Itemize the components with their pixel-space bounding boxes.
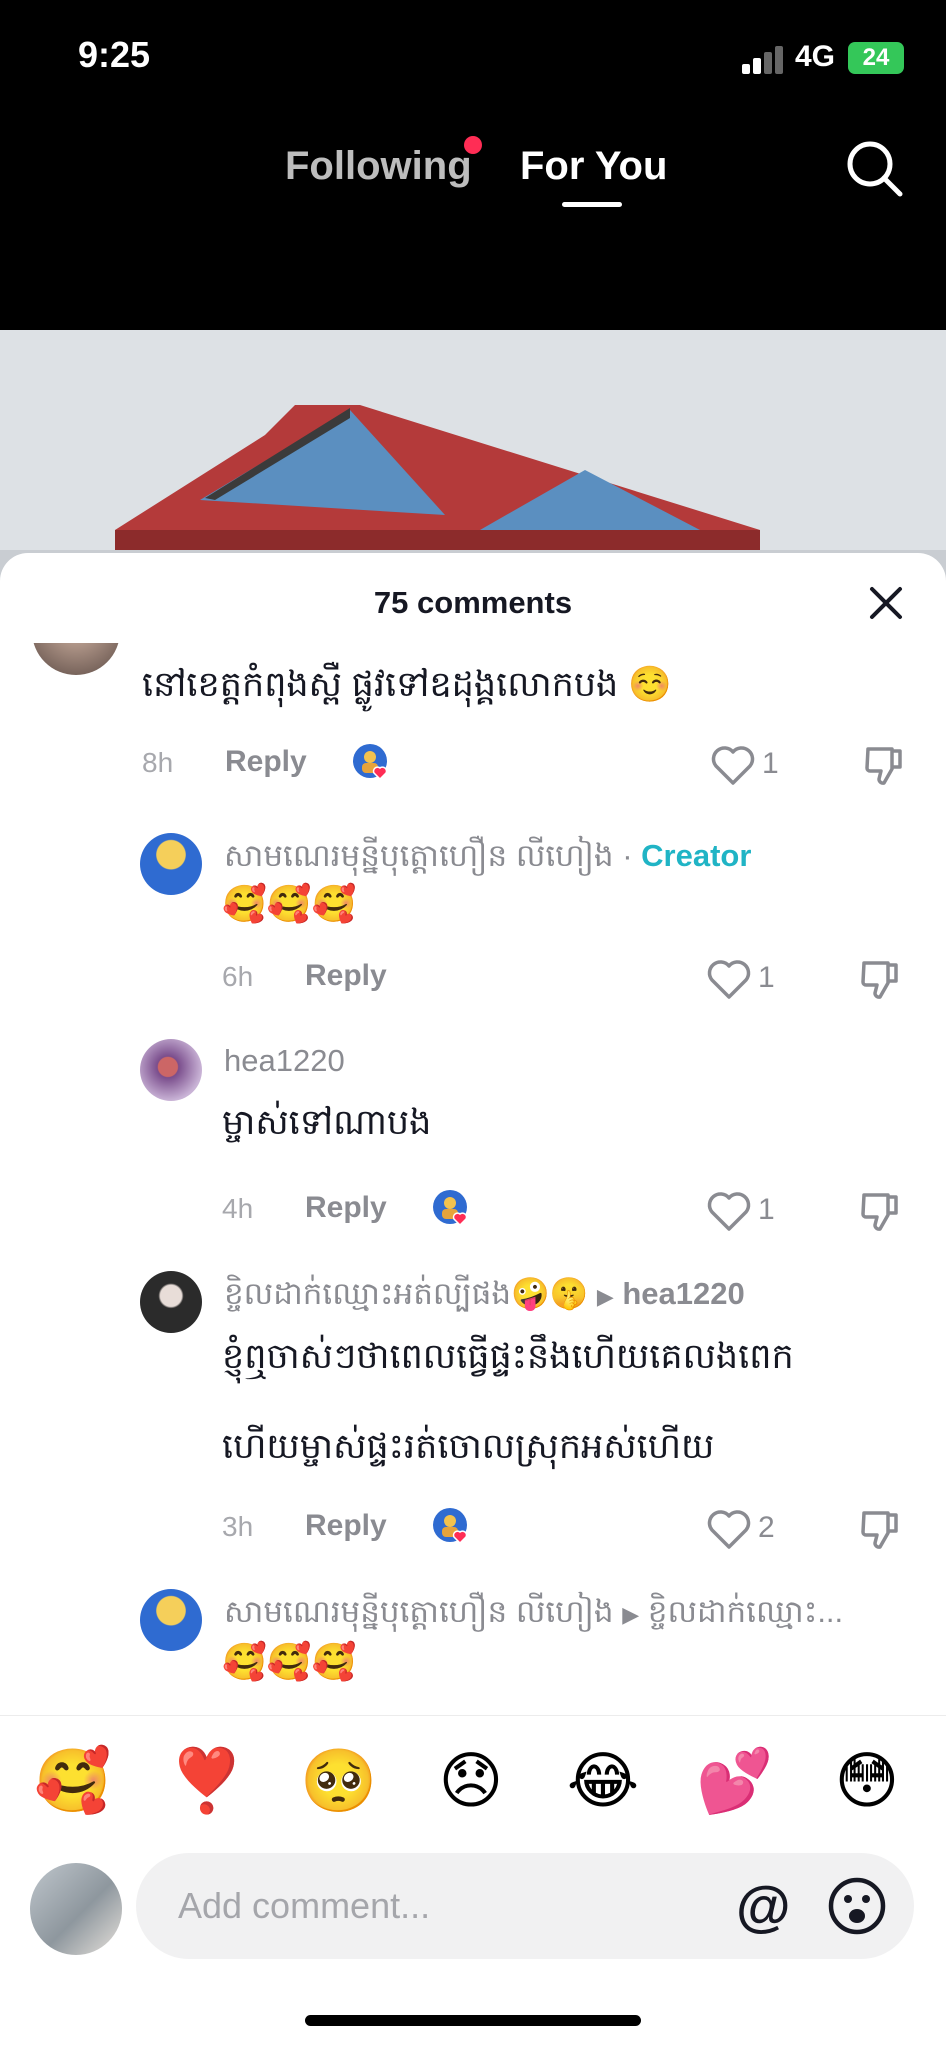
separator: · — [613, 838, 642, 873]
comment-username[interactable]: ខ្ចិលដាក់ឈ្មោះអត់ល្បីផង🤪🤫 ▶ hea1220 — [224, 1275, 745, 1320]
heart-icon — [707, 960, 751, 999]
avatar[interactable] — [32, 643, 120, 675]
comment-username[interactable]: hea1220 — [224, 1043, 345, 1079]
emoji-flushed[interactable]: 😳 — [822, 1742, 912, 1822]
dislike-icon[interactable] — [858, 1507, 902, 1551]
username-text: សាមណេរមុន្នីបុត្តោហឿន លីហៀង — [224, 838, 614, 873]
status-time: 9:25 — [78, 34, 151, 75]
emoji-two-hearts[interactable]: 💕 — [690, 1742, 780, 1822]
notification-dot — [464, 136, 482, 154]
heart-icon — [707, 1192, 751, 1231]
like-count: 2 — [758, 1511, 775, 1544]
comment-text: នៅខេត្តកំពុងស្ពឺ ផ្លូវទៅឧដុង្គលោកបង ☺️ — [142, 665, 672, 704]
creator-liked-icon — [433, 1190, 468, 1227]
battery-icon: 24 — [848, 42, 904, 74]
comment-time: 4h — [222, 1193, 254, 1224]
comment-text-line-1: ខ្ញុំឮចាស់ៗថាពេលធ្វើផ្ទះនឹងហើយគេលងពេក — [222, 1337, 794, 1376]
emoji-quick-bar: 🥰 ❣️ 🥺 😞 😂 💕 😳 — [0, 1715, 946, 1846]
emoji-picker-icon[interactable] — [826, 1875, 888, 1937]
dislike-icon[interactable] — [862, 743, 906, 787]
reply-button[interactable]: Reply — [225, 745, 307, 779]
comment-time: 8h — [142, 747, 174, 778]
mention-button[interactable]: @ — [736, 1873, 791, 1938]
comment-time: 6h — [222, 961, 254, 992]
like-count: 1 — [758, 961, 775, 994]
comment-text: 🥰🥰🥰 — [222, 1641, 357, 1682]
emoji-disappointed[interactable]: 😞 — [426, 1742, 516, 1822]
reply-to-user[interactable]: ខ្ចិលដាក់ឈ្មោះ... — [648, 1594, 843, 1629]
comment-username[interactable]: សាមណេរមុន្នីបុត្តោហឿន លីហៀង ▶ ខ្ចិលដាក់ឈ… — [224, 1593, 843, 1638]
comment-text: ម្ចាស់ទៅណាបង — [222, 1103, 432, 1142]
avatar[interactable] — [140, 1589, 202, 1651]
search-icon[interactable] — [844, 138, 904, 198]
close-icon[interactable] — [866, 583, 906, 623]
video-preview[interactable] — [0, 330, 946, 590]
heart-icon — [711, 746, 755, 785]
comment-input[interactable]: Add comment... @ — [136, 1853, 914, 1959]
like-button[interactable]: 1 — [706, 957, 796, 1001]
emoji-smiling-hearts[interactable]: 🥰 — [28, 1742, 118, 1822]
avatar[interactable] — [140, 1039, 202, 1101]
home-indicator — [305, 2015, 641, 2026]
reply-button[interactable]: Reply — [305, 1191, 387, 1225]
comment-list[interactable]: នៅខេត្តកំពុងស្ពឺ ផ្លូវទៅឧដុង្គលោកបង ☺️ 8… — [0, 643, 946, 1715]
signal-icon — [742, 46, 784, 74]
reply-button[interactable]: Reply — [305, 1509, 387, 1543]
like-button[interactable]: 2 — [706, 1507, 796, 1551]
comments-count-title: 75 comments — [373, 585, 573, 620]
comment-text: 🥰🥰🥰 — [222, 883, 357, 924]
creator-liked-icon — [353, 744, 388, 781]
comments-sheet: 75 comments នៅខេត្តកំពុងស្ពឺ ផ្លូវទៅឧដុង… — [0, 553, 946, 2048]
reply-to-user[interactable]: hea1220 — [622, 1276, 744, 1311]
comment-username[interactable]: សាមណេរមុន្នីបុត្តោហឿន លីហៀង · Creator — [224, 837, 751, 882]
comment-text-line-2: ហើយម្ចាស់ផ្ទះរត់ចោលស្រុកអស់ហើយ — [222, 1427, 715, 1466]
like-button[interactable]: 1 — [710, 743, 800, 787]
emoji-heart-exclamation[interactable]: ❣️ — [162, 1742, 252, 1822]
tab-for-you[interactable]: For You — [520, 144, 667, 189]
username-text: សាមណេរមុន្នីបុត្តោហឿន លីហៀង — [224, 1594, 614, 1629]
emoji-pleading[interactable]: 🥺 — [294, 1742, 384, 1822]
dislike-icon[interactable] — [858, 1189, 902, 1233]
creator-liked-icon — [433, 1508, 468, 1545]
status-bar: 9:25 4G 24 — [0, 0, 946, 120]
reply-arrow-icon: ▶ — [596, 1284, 614, 1309]
username-text: ខ្ចិលដាក់ឈ្មោះអត់ល្បីផង🤪🤫 — [224, 1276, 589, 1311]
network-label: 4G — [795, 40, 836, 73]
like-button[interactable]: 1 — [706, 1189, 796, 1233]
reply-arrow-icon: ▶ — [622, 1602, 640, 1627]
emoji-tears-of-joy[interactable]: 😂 — [558, 1742, 648, 1822]
active-tab-indicator — [562, 202, 622, 207]
battery-level: 24 — [862, 44, 890, 71]
avatar[interactable] — [140, 833, 202, 895]
dislike-icon[interactable] — [858, 957, 902, 1001]
like-count: 1 — [758, 1193, 775, 1226]
creator-badge: Creator — [641, 838, 752, 873]
reply-button[interactable]: Reply — [305, 959, 387, 993]
current-user-avatar[interactable] — [30, 1863, 122, 1955]
top-nav: Following For You — [0, 120, 946, 330]
heart-icon — [707, 1510, 751, 1549]
avatar[interactable] — [140, 1271, 202, 1333]
comment-input-bar: Add comment... @ — [0, 1845, 946, 1995]
house-roof-image — [0, 330, 946, 590]
like-count: 1 — [762, 747, 779, 780]
comment-time: 3h — [222, 1511, 254, 1542]
comment-placeholder: Add comment... — [178, 1885, 431, 1926]
tab-following[interactable]: Following — [285, 144, 472, 189]
